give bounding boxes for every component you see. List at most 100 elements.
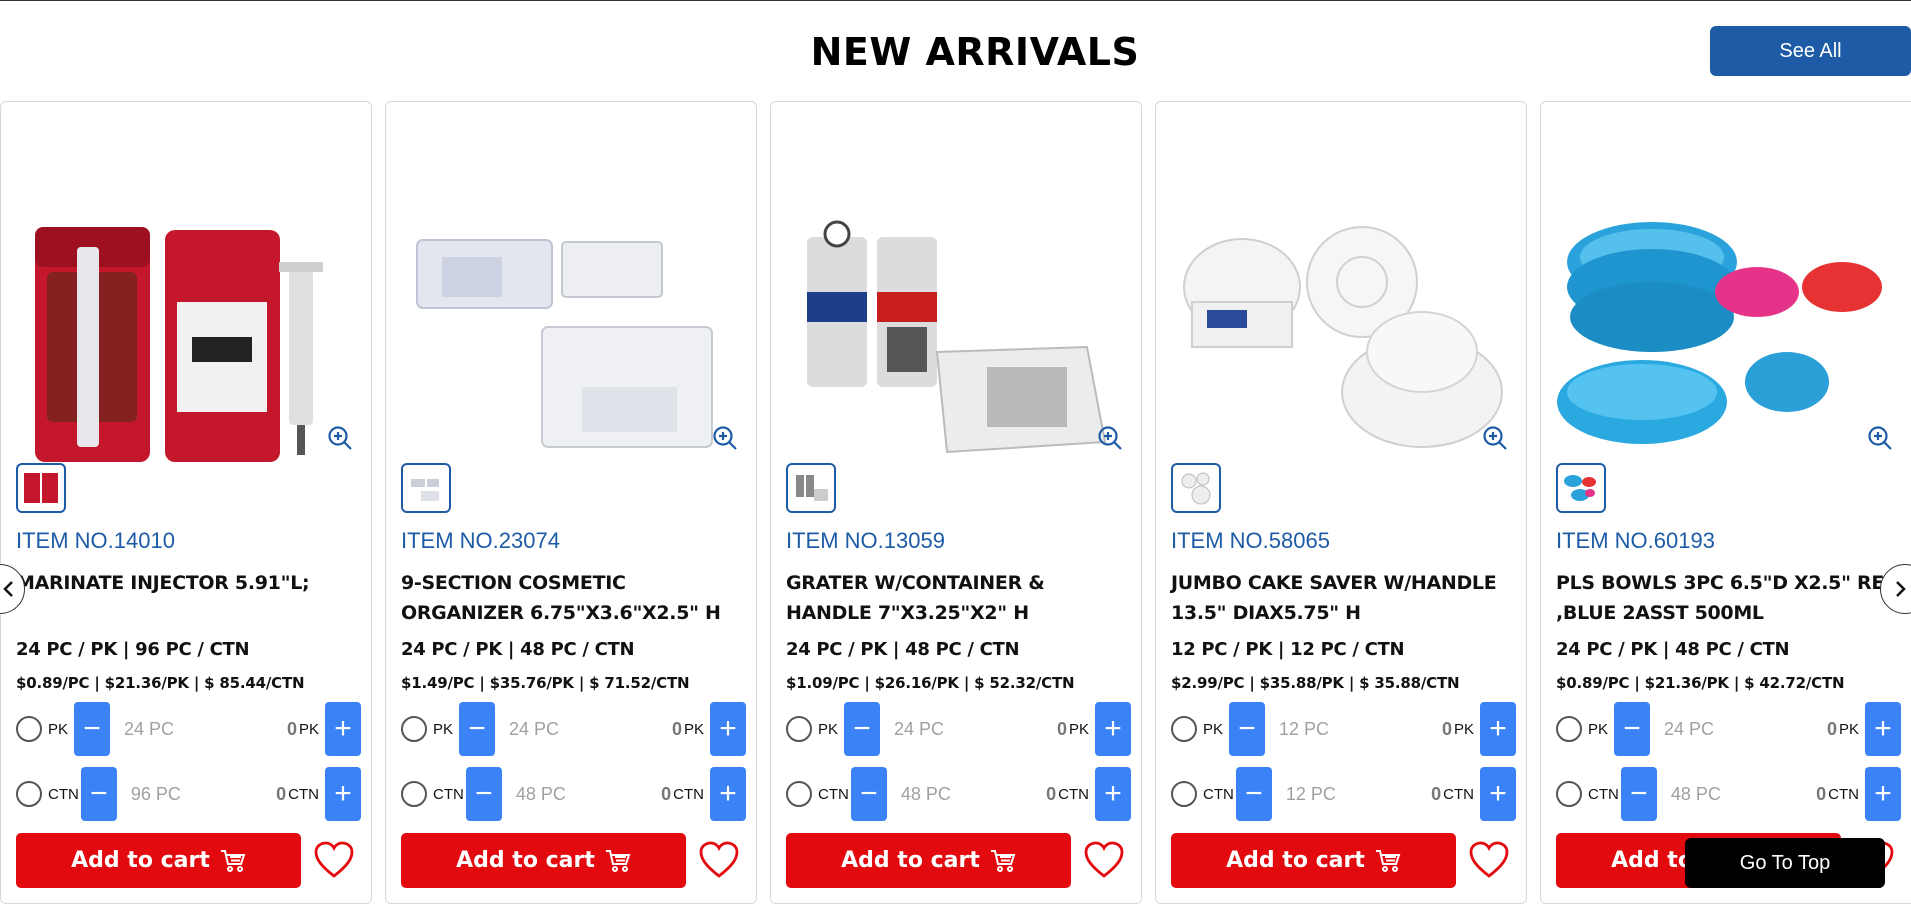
price-info: $1.49/PC | $35.76/PK | $ 71.52/CTN bbox=[401, 674, 690, 692]
pk-quantity-row: PK − 24 PC 0 PK + bbox=[16, 702, 361, 756]
pk-label: PK bbox=[433, 720, 454, 738]
zoom-in-icon[interactable] bbox=[1481, 424, 1509, 452]
cart-icon bbox=[605, 849, 631, 873]
price-info: $0.89/PC | $21.36/PK | $ 85.44/CTN bbox=[16, 674, 305, 692]
pk-label: PK bbox=[1588, 720, 1609, 738]
product-image[interactable] bbox=[787, 152, 1127, 472]
product-card: ITEM NO.23074 9-SECTION COSMETIC ORGANIZ… bbox=[385, 101, 757, 904]
pk-decrement-button[interactable]: − bbox=[1614, 702, 1651, 756]
product-name[interactable]: GRATER W/CONTAINER & HANDLE 7"X3.25"X2" … bbox=[786, 568, 1131, 628]
pk-quantity-row: PK − 24 PC 0 PK + bbox=[1556, 702, 1901, 756]
product-thumbnail[interactable] bbox=[1171, 463, 1221, 513]
pk-placeholder: 24 PC bbox=[1664, 718, 1715, 739]
zoom-in-icon[interactable] bbox=[326, 424, 354, 452]
product-carousel: ITEM NO.14010 MARINATE INJECTOR 5.91"L; … bbox=[0, 101, 1911, 906]
pk-decrement-button[interactable]: − bbox=[1229, 702, 1266, 756]
ctn-increment-button[interactable]: + bbox=[710, 767, 746, 821]
add-to-cart-button[interactable]: Add to cart bbox=[786, 833, 1071, 888]
item-number[interactable]: ITEM NO.23074 bbox=[401, 528, 560, 554]
zoom-in-icon[interactable] bbox=[711, 424, 739, 452]
ctn-increment-button[interactable]: + bbox=[1480, 767, 1516, 821]
heart-icon[interactable] bbox=[698, 840, 740, 880]
add-to-cart-button[interactable]: Add to cart bbox=[401, 833, 686, 888]
ctn-quantity-row: CTN − 48 PC 0 CTN + bbox=[786, 767, 1131, 821]
pk-quantity-field[interactable]: 24 PC 0 PK bbox=[880, 702, 1095, 756]
product-thumbnail[interactable] bbox=[786, 463, 836, 513]
product-image[interactable] bbox=[17, 152, 357, 472]
item-number[interactable]: ITEM NO.14010 bbox=[16, 528, 175, 554]
zoom-in-icon[interactable] bbox=[1866, 424, 1894, 452]
product-name[interactable]: JUMBO CAKE SAVER W/HANDLE 13.5" DIAX5.75… bbox=[1171, 568, 1516, 628]
add-to-cart-label: Add to cart bbox=[841, 848, 980, 873]
product-thumbnail[interactable] bbox=[401, 463, 451, 513]
ctn-increment-button[interactable]: + bbox=[1865, 767, 1901, 821]
ctn-unit: CTN bbox=[288, 785, 319, 803]
ctn-radio[interactable] bbox=[16, 781, 42, 807]
ctn-radio[interactable] bbox=[1556, 781, 1582, 807]
pk-quantity-field[interactable]: 12 PC 0 PK bbox=[1265, 702, 1480, 756]
ctn-decrement-button[interactable]: − bbox=[850, 767, 887, 821]
pk-increment-button[interactable]: + bbox=[1095, 702, 1131, 756]
heart-icon[interactable] bbox=[313, 840, 355, 880]
ctn-decrement-button[interactable]: − bbox=[1235, 767, 1272, 821]
pk-quantity-field[interactable]: 24 PC 0 PK bbox=[495, 702, 710, 756]
pk-quantity-row: PK − 24 PC 0 PK + bbox=[786, 702, 1131, 756]
add-to-cart-label: Add to cart bbox=[1226, 848, 1365, 873]
add-to-cart-label: Add to cart bbox=[456, 848, 595, 873]
ctn-increment-button[interactable]: + bbox=[325, 767, 361, 821]
ctn-unit: CTN bbox=[1828, 785, 1859, 803]
ctn-radio[interactable] bbox=[401, 781, 427, 807]
pk-increment-button[interactable]: + bbox=[325, 702, 361, 756]
pk-radio[interactable] bbox=[401, 716, 427, 742]
heart-icon[interactable] bbox=[1083, 840, 1125, 880]
pk-increment-button[interactable]: + bbox=[1480, 702, 1516, 756]
product-name[interactable]: MARINATE INJECTOR 5.91"L; bbox=[16, 568, 361, 598]
ctn-radio[interactable] bbox=[1171, 781, 1197, 807]
ctn-quantity-field[interactable]: 48 PC 0 CTN bbox=[502, 767, 710, 821]
pk-radio[interactable] bbox=[1171, 716, 1197, 742]
add-to-cart-button[interactable]: Add to cart bbox=[16, 833, 301, 888]
ctn-increment-button[interactable]: + bbox=[1095, 767, 1131, 821]
product-image[interactable] bbox=[1172, 152, 1512, 472]
pk-decrement-button[interactable]: − bbox=[844, 702, 881, 756]
pk-radio[interactable] bbox=[16, 716, 42, 742]
pk-decrement-button[interactable]: − bbox=[74, 702, 111, 756]
ctn-quantity-field[interactable]: 96 PC 0 CTN bbox=[117, 767, 325, 821]
ctn-quantity-field[interactable]: 48 PC 0 CTN bbox=[1657, 767, 1865, 821]
ctn-value: 0 bbox=[661, 783, 672, 804]
item-number[interactable]: ITEM NO.60193 bbox=[1556, 528, 1715, 554]
see-all-button[interactable]: See All bbox=[1710, 26, 1911, 76]
pk-quantity-row: PK − 12 PC 0 PK + bbox=[1171, 702, 1516, 756]
product-thumbnail[interactable] bbox=[1556, 463, 1606, 513]
zoom-in-icon[interactable] bbox=[1096, 424, 1124, 452]
ctn-label: CTN bbox=[48, 785, 79, 803]
product-card: ITEM NO.14010 MARINATE INJECTOR 5.91"L; … bbox=[0, 101, 372, 904]
cart-icon bbox=[220, 849, 246, 873]
ctn-decrement-button[interactable]: − bbox=[80, 767, 117, 821]
item-number[interactable]: ITEM NO.13059 bbox=[786, 528, 945, 554]
heart-icon[interactable] bbox=[1468, 840, 1510, 880]
product-name[interactable]: 9-SECTION COSMETIC ORGANIZER 6.75"X3.6"X… bbox=[401, 568, 746, 628]
add-to-cart-button[interactable]: Add to cart bbox=[1171, 833, 1456, 888]
ctn-quantity-field[interactable]: 48 PC 0 CTN bbox=[887, 767, 1095, 821]
product-thumbnail[interactable] bbox=[16, 463, 66, 513]
pk-increment-button[interactable]: + bbox=[710, 702, 746, 756]
product-name[interactable]: PLS BOWLS 3PC 6.5"D X2.5" RED ,BLUE 2ASS… bbox=[1556, 568, 1901, 628]
price-info: $1.09/PC | $26.16/PK | $ 52.32/CTN bbox=[786, 674, 1075, 692]
product-image[interactable] bbox=[402, 152, 742, 472]
ctn-radio[interactable] bbox=[786, 781, 812, 807]
pk-decrement-button[interactable]: − bbox=[459, 702, 496, 756]
pk-radio[interactable] bbox=[786, 716, 812, 742]
ctn-decrement-button[interactable]: − bbox=[1620, 767, 1657, 821]
pk-unit: PK bbox=[1068, 720, 1089, 738]
pk-label: PK bbox=[48, 720, 69, 738]
ctn-decrement-button[interactable]: − bbox=[465, 767, 502, 821]
pk-increment-button[interactable]: + bbox=[1865, 702, 1901, 756]
item-number[interactable]: ITEM NO.58065 bbox=[1171, 528, 1330, 554]
pk-quantity-field[interactable]: 24 PC 0 PK bbox=[1650, 702, 1865, 756]
pk-radio[interactable] bbox=[1556, 716, 1582, 742]
product-image[interactable] bbox=[1557, 152, 1897, 472]
ctn-quantity-field[interactable]: 12 PC 0 CTN bbox=[1272, 767, 1480, 821]
pk-quantity-field[interactable]: 24 PC 0 PK bbox=[110, 702, 325, 756]
go-to-top-button[interactable]: Go To Top bbox=[1685, 838, 1885, 888]
